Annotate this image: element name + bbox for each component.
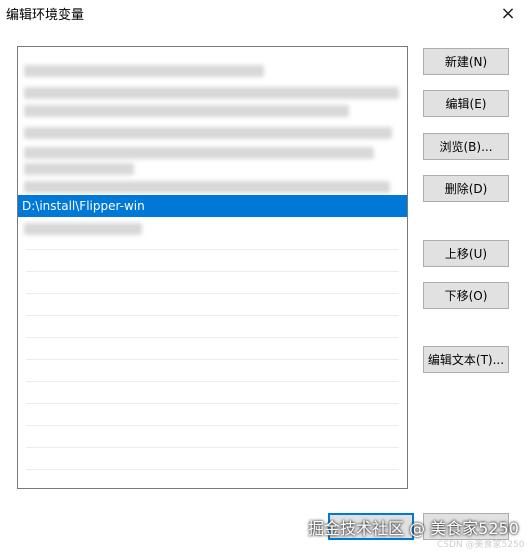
row-divider (26, 271, 399, 272)
title-bar: 编辑环境变量 × (0, 0, 528, 26)
list-item-selected[interactable]: D:\install\Flipper-win (18, 195, 407, 217)
watermark: 掘金技术社区 @ 美食家5250 (308, 519, 519, 538)
row-divider (26, 403, 399, 404)
new-button[interactable]: 新建(N) (423, 48, 509, 75)
row-divider (26, 249, 399, 250)
move-down-button[interactable]: 下移(O) (423, 282, 509, 309)
close-icon[interactable]: × (496, 2, 520, 24)
redacted-entry[interactable] (24, 223, 142, 235)
csdn-watermark: CSDN @美食家5250 (437, 540, 525, 550)
redacted-entry[interactable] (24, 105, 349, 117)
redacted-entry[interactable] (24, 147, 374, 159)
redacted-entry[interactable] (24, 87, 399, 99)
row-divider (26, 315, 399, 316)
edit-button[interactable]: 编辑(E) (423, 90, 509, 117)
window-title: 编辑环境变量 (6, 8, 85, 23)
path-list[interactable]: D:\install\Flipper-win (17, 46, 408, 489)
row-divider (26, 293, 399, 294)
row-divider (26, 469, 399, 470)
row-divider (26, 381, 399, 382)
redacted-entry[interactable] (24, 127, 392, 139)
delete-button[interactable]: 删除(D) (423, 175, 509, 202)
edit-text-button[interactable]: 编辑文本(T)... (423, 346, 509, 373)
redacted-entry[interactable] (24, 65, 264, 77)
selected-path-text: D:\install\Flipper-win (22, 199, 145, 213)
redacted-entry[interactable] (24, 163, 134, 175)
row-divider (26, 447, 399, 448)
row-divider (26, 359, 399, 360)
redacted-entry[interactable] (24, 181, 390, 193)
row-divider (26, 425, 399, 426)
move-up-button[interactable]: 上移(U) (423, 240, 509, 267)
browse-button[interactable]: 浏览(B)... (423, 133, 509, 160)
row-divider (26, 337, 399, 338)
